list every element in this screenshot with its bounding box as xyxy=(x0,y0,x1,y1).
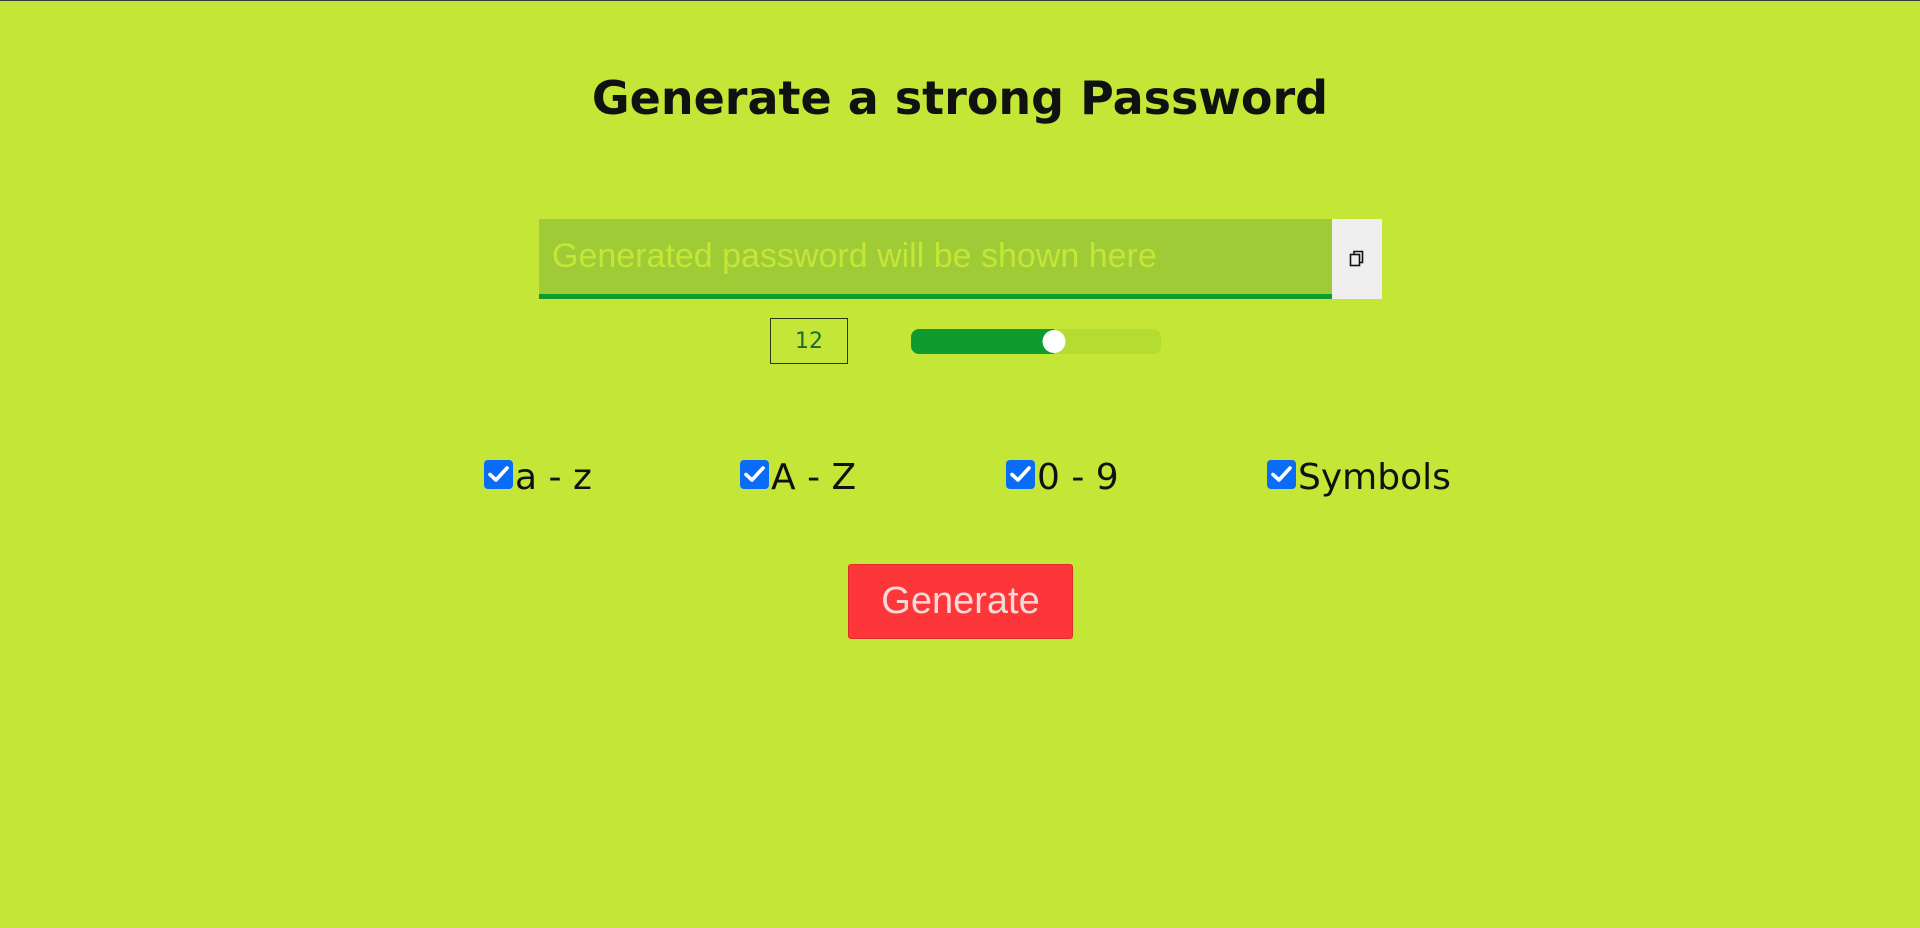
option-lowercase[interactable]: a - z xyxy=(484,457,592,498)
generate-button[interactable]: Generate xyxy=(848,564,1073,639)
numbers-checkbox[interactable] xyxy=(1006,460,1035,489)
slider-thumb[interactable] xyxy=(1042,330,1066,353)
checkmark-icon xyxy=(488,466,509,482)
lowercase-label: a - z xyxy=(515,457,592,498)
option-symbols[interactable]: Symbols xyxy=(1267,457,1451,498)
page-title: Generate a strong Password xyxy=(591,71,1329,125)
symbols-label: Symbols xyxy=(1298,457,1451,498)
checkmark-icon xyxy=(1010,466,1031,482)
lowercase-checkbox[interactable] xyxy=(484,460,513,489)
password-length-field[interactable] xyxy=(770,318,848,364)
numbers-label: 0 - 9 xyxy=(1037,457,1119,498)
checkmark-icon xyxy=(744,466,765,482)
option-numbers[interactable]: 0 - 9 xyxy=(1006,457,1119,498)
copy-icon xyxy=(1349,250,1365,268)
option-uppercase[interactable]: A - Z xyxy=(740,457,856,498)
copy-button[interactable] xyxy=(1332,219,1382,299)
symbols-checkbox[interactable] xyxy=(1267,460,1296,489)
password-output-field[interactable] xyxy=(539,219,1332,299)
password-output-group xyxy=(539,219,1382,299)
checkmark-icon xyxy=(1271,466,1292,482)
uppercase-checkbox[interactable] xyxy=(740,460,769,489)
uppercase-label: A - Z xyxy=(771,457,857,498)
password-length-slider[interactable] xyxy=(911,329,1161,354)
slider-fill xyxy=(911,329,1054,354)
